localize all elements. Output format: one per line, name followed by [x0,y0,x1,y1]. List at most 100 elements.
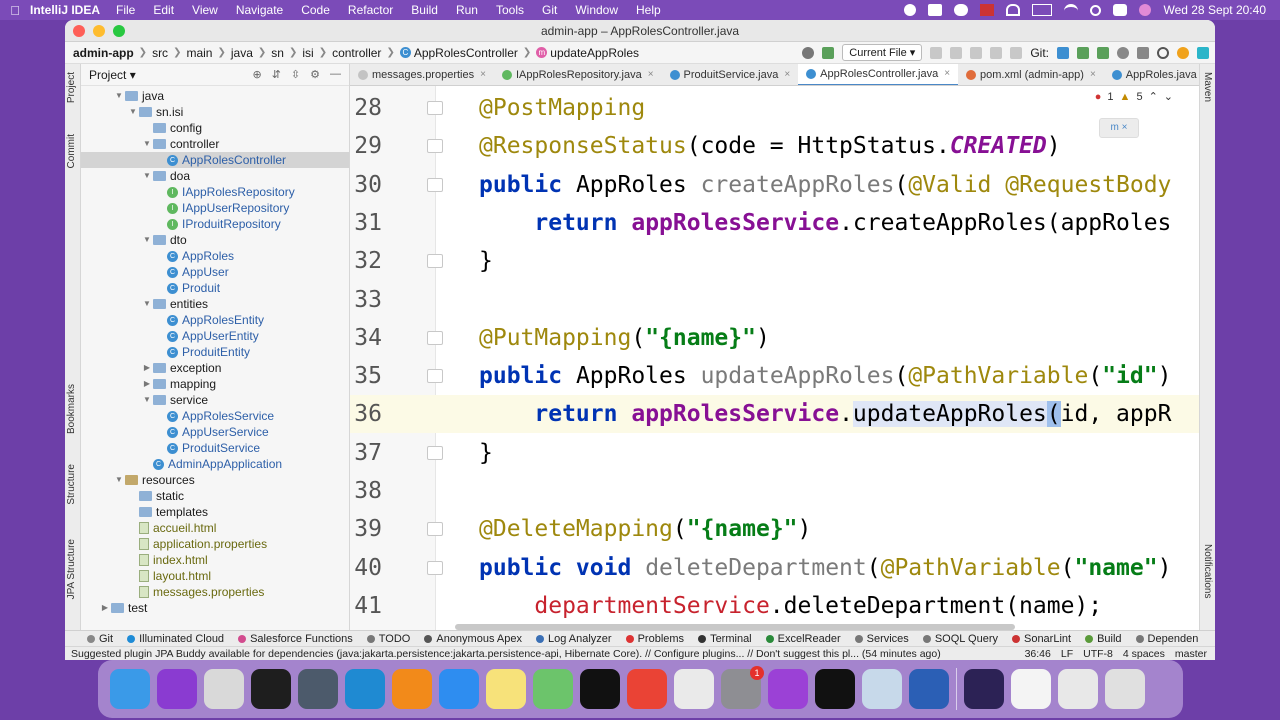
code-editor[interactable]: 28 @PostMapping 29 @ResponseStatus(code = H… [350,86,1199,630]
menu-edit[interactable]: Edit [153,3,174,17]
siri-icon[interactable] [157,669,197,709]
tool-window-button[interactable]: Log Analyzer [535,633,612,645]
tree-node[interactable]: ▼ java [81,88,349,104]
preview-icon[interactable] [862,669,902,709]
close-tab-icon[interactable]: × [784,69,790,80]
tree-node[interactable]: C AppRolesService [81,408,349,424]
line-separator[interactable]: LF [1061,648,1073,660]
tree-node[interactable]: index.html [81,552,349,568]
search-everywhere-icon[interactable] [1157,46,1169,59]
chevron-up-icon[interactable]: ⌃ [1149,90,1158,103]
downloads-icon[interactable] [1058,669,1098,709]
tool-window-button[interactable]: Build [1085,633,1122,645]
stop-icon[interactable] [1010,46,1023,59]
code-line[interactable]: 28 @PostMapping [350,89,1199,127]
tree-node[interactable]: accueil.html [81,520,349,536]
inspection-widget[interactable]: ● 1 ▲ 5 ⌃ ⌄ [1095,90,1173,104]
collapse-all-icon[interactable]: ⇳ [291,68,300,81]
jpa-structure-tool-tab[interactable]: JPA Structure [66,539,77,599]
expand-all-icon[interactable]: ⇵ [272,68,281,81]
editor-tab[interactable]: pom.xml (admin-app) × [958,64,1104,85]
code-line[interactable]: 31 return appRolesService.createAppRoles… [350,204,1199,242]
tree-node[interactable]: ▼ sn.isi [81,104,349,120]
editor-tab[interactable]: messages.properties × [350,64,494,85]
code-line[interactable]: 32} [350,242,1199,280]
tree-node[interactable]: ▶ mapping [81,376,349,392]
coverage-icon[interactable] [970,46,983,59]
trash-icon[interactable] [1105,669,1145,709]
fold-marker-icon[interactable] [427,139,443,154]
menu-window[interactable]: Window [575,3,618,17]
tree-node[interactable]: templates [81,504,349,520]
user-icon[interactable] [802,46,815,59]
screenshot-icon[interactable] [674,669,714,709]
fold-marker-icon[interactable] [427,177,443,192]
launchpad-icon[interactable] [204,669,244,709]
wifi-icon[interactable] [1064,4,1079,16]
fold-marker-icon[interactable] [427,254,443,269]
menu-run[interactable]: Run [456,3,478,17]
breadcrumb-java[interactable]: java [231,46,253,60]
fold-marker-icon[interactable] [427,369,443,384]
close-tab-icon[interactable]: × [480,69,486,80]
safari-icon[interactable] [439,669,479,709]
run-configuration-select[interactable]: Current File ▾ [842,44,923,61]
tool-window-button[interactable]: Services [854,633,909,645]
expanded-arrow-icon[interactable]: ▼ [127,104,139,120]
indent-setting[interactable]: 4 spaces [1123,648,1165,660]
maven-tool-tab[interactable]: Maven [1202,72,1213,102]
structure-tool-tab[interactable]: Structure [66,464,77,505]
collapsed-arrow-icon[interactable]: ▶ [99,600,111,616]
apple-menu-icon[interactable]:  [0,3,30,18]
tree-node[interactable]: C AppUserEntity [81,328,349,344]
menu-file[interactable]: File [116,3,135,17]
tool-window-button[interactable]: Terminal [698,633,752,645]
tool-window-button[interactable]: TODO [366,633,410,645]
caret-position[interactable]: 36:46 [1025,648,1051,660]
system-preferences-icon[interactable]: 1 [721,666,764,709]
tree-node[interactable]: ▼ entities [81,296,349,312]
git-push-icon[interactable] [1097,46,1109,59]
notifications-tool-tab[interactable]: Notifications [1202,544,1213,598]
profile-icon[interactable] [990,46,1003,59]
fold-marker-icon[interactable] [427,522,443,537]
editor-tab[interactable]: IAppRolesRepository.java × [494,64,662,85]
headphones-icon[interactable] [1006,4,1021,16]
tree-node[interactable]: application.properties [81,536,349,552]
close-tab-icon[interactable]: × [944,68,950,79]
tree-node[interactable]: C AdminAppApplication [81,456,349,472]
menu-navigate[interactable]: Navigate [236,3,283,17]
tool-window-button[interactable]: Dependen [1135,633,1198,645]
search-icon[interactable] [1090,4,1102,16]
tree-node[interactable]: C AppUser [81,264,349,280]
menu-refactor[interactable]: Refactor [348,3,393,17]
flag-icon[interactable] [980,4,995,16]
breadcrumb-method[interactable]: updateAppRoles [550,46,639,60]
fold-marker-icon[interactable] [427,560,443,575]
tool-window-button[interactable]: SOQL Query [922,633,998,645]
tool-window-button[interactable]: Problems [625,633,684,645]
cloud-icon[interactable] [954,4,969,16]
vlc-icon[interactable] [392,669,432,709]
close-tab-icon[interactable]: × [1090,69,1096,80]
locate-icon[interactable]: ⊕ [252,68,261,81]
tool-window-button[interactable]: Git [87,633,113,645]
tree-node[interactable]: messages.properties [81,584,349,600]
record-icon[interactable] [904,4,917,16]
tree-node[interactable]: layout.html [81,568,349,584]
clock[interactable]: Wed 28 Sept 20:40 [1163,3,1266,17]
status-message[interactable]: Suggested plugin JPA Buddy available for… [71,648,1025,660]
expanded-arrow-icon[interactable]: ▼ [141,296,153,312]
tree-node[interactable]: C AppRolesController [81,152,349,168]
code-line[interactable]: 41 departmentService.deleteDepartment(na… [350,587,1199,625]
git-commit-icon[interactable] [1077,46,1089,59]
git-update-icon[interactable] [1057,46,1069,59]
collapsed-arrow-icon[interactable]: ▶ [141,376,153,392]
tool-window-button[interactable]: SonarLint [1011,633,1071,645]
expanded-arrow-icon[interactable]: ▼ [141,232,153,248]
tree-node[interactable]: ▼ service [81,392,349,408]
history-icon[interactable] [1117,46,1129,59]
tree-node[interactable]: I IAppRolesRepository [81,184,349,200]
tree-node[interactable]: I IAppUserRepository [81,200,349,216]
ide-logo-icon[interactable] [1197,46,1209,59]
